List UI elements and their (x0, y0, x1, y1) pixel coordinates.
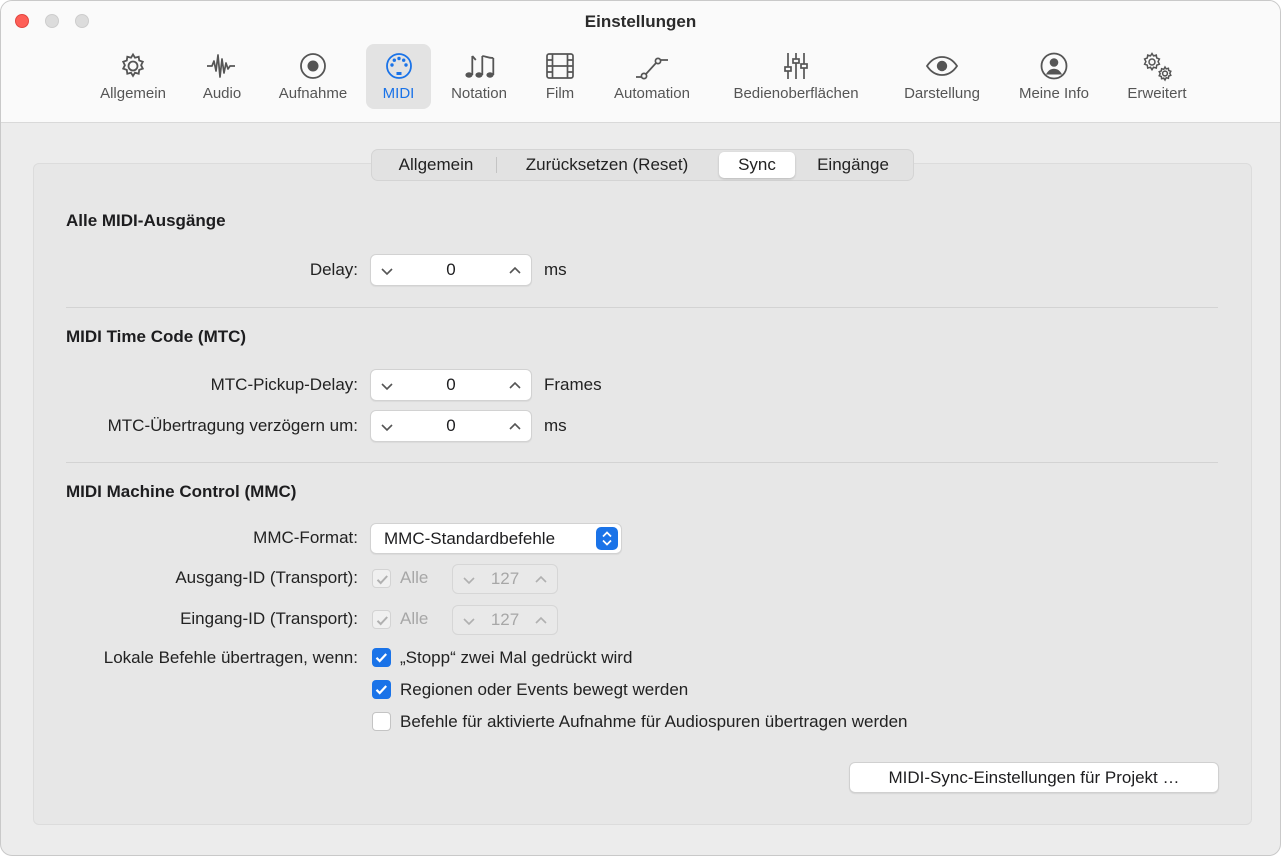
chevron-down-icon[interactable] (461, 613, 477, 629)
section-title-mmc: MIDI Machine Control (MMC) (66, 482, 297, 501)
tab-zuruecksetzen[interactable]: Zurücksetzen (Reset) (502, 152, 712, 178)
gear-icon (116, 50, 150, 82)
mtc-transmit-delay-stepper[interactable]: 0 (370, 410, 532, 442)
midi-sync-project-settings-button[interactable]: MIDI-Sync-Einstellungen für Projekt … (849, 762, 1219, 793)
delay-unit: ms (544, 260, 567, 279)
chevron-up-icon[interactable] (507, 263, 523, 279)
toolbar-item-label: Bedienoberflächen (733, 85, 859, 102)
chevron-up-icon[interactable] (533, 572, 549, 588)
input-id-all-label: Alle (400, 609, 429, 628)
chevron-up-icon[interactable] (533, 613, 549, 629)
settings-tab-bar: Allgemein Zurücksetzen (Reset) Sync Eing… (371, 149, 914, 181)
regions-moved-label: Regionen oder Events bewegt werden (400, 680, 689, 699)
music-notes-icon (462, 50, 496, 82)
record-enable-label: Befehle für aktivierte Aufnahme für Audi… (400, 712, 908, 731)
toolbar-item-meine-info[interactable]: Meine Info (1008, 44, 1100, 109)
chevron-up-icon[interactable] (507, 378, 523, 394)
regions-moved-checkbox[interactable] (372, 680, 391, 699)
delay-stepper[interactable]: 0 (370, 254, 532, 286)
mtc-pickup-delay-unit: Frames (544, 375, 602, 394)
output-id-label: Ausgang-ID (Transport): (175, 568, 358, 587)
input-id-all-checkbox[interactable] (372, 610, 391, 629)
mtc-transmit-delay-value[interactable]: 0 (401, 416, 501, 436)
input-id-value[interactable]: 127 (483, 610, 527, 630)
toolbar-item-label: Allgemein (100, 85, 166, 102)
mmc-format-popup[interactable]: MMC-Standardbefehle (370, 523, 622, 554)
record-icon (296, 50, 330, 82)
output-id-all-checkbox[interactable] (372, 569, 391, 588)
waveform-icon (205, 50, 239, 82)
toolbar-item-label: Meine Info (1018, 85, 1090, 102)
delay-label: Delay: (309, 260, 358, 279)
toolbar-item-darstellung[interactable]: Darstellung (891, 44, 993, 109)
faders-icon (779, 50, 813, 82)
mtc-pickup-delay-stepper[interactable]: 0 (370, 369, 532, 401)
mtc-transmit-delay-label: MTC-Übertragung verzögern um: (107, 416, 358, 435)
mtc-transmit-delay-unit: ms (544, 416, 567, 435)
chevron-down-icon[interactable] (461, 572, 477, 588)
toolbar-item-label: Audio (202, 85, 242, 102)
toolbar-item-audio[interactable]: Audio (191, 44, 253, 109)
tab-eingaenge[interactable]: Eingänge (802, 152, 904, 178)
local-commands-label: Lokale Befehle übertragen, wenn: (103, 648, 358, 667)
tab-allgemein[interactable]: Allgemein (380, 152, 492, 178)
record-enable-checkbox[interactable] (372, 712, 391, 731)
toolbar-item-film[interactable]: Film (531, 44, 589, 109)
mmc-format-value: MMC-Standardbefehle (384, 529, 556, 548)
output-id-stepper[interactable]: 127 (452, 564, 558, 594)
toolbar-item-bedienoberflaechen[interactable]: Bedienoberflächen (717, 44, 875, 109)
section-title-midi-outputs: Alle MIDI-Ausgänge (66, 211, 226, 230)
chevron-up-icon[interactable] (507, 419, 523, 435)
toolbar-item-label: Film (545, 85, 575, 102)
tab-separator (496, 157, 497, 173)
gears-icon (1140, 50, 1174, 82)
midi-connector-icon (382, 50, 416, 82)
window-title: Einstellungen (584, 12, 697, 31)
title-bar: Einstellungen Allgemein Audio Aufnahme M… (1, 1, 1280, 123)
popup-arrows-icon (596, 527, 618, 550)
eye-icon (925, 50, 959, 82)
toolbar-item-label: MIDI (382, 85, 415, 102)
stop-twice-checkbox[interactable] (372, 648, 391, 667)
automation-curve-icon (635, 50, 669, 82)
input-id-label: Eingang-ID (Transport): (180, 609, 358, 628)
section-divider (66, 307, 1218, 308)
toolbar-item-notation[interactable]: Notation (441, 44, 517, 109)
toolbar-item-aufnahme[interactable]: Aufnahme (269, 44, 357, 109)
preferences-window: Einstellungen Allgemein Audio Aufnahme M… (0, 0, 1281, 856)
chevron-down-icon[interactable] (379, 419, 395, 435)
input-id-stepper[interactable]: 127 (452, 605, 558, 635)
film-icon (543, 50, 577, 82)
tab-sync[interactable]: Sync (719, 152, 795, 178)
toolbar-item-label: Darstellung (904, 85, 980, 102)
delay-value[interactable]: 0 (401, 260, 501, 280)
toolbar-item-label: Automation (614, 85, 690, 102)
mtc-pickup-delay-label: MTC-Pickup-Delay: (210, 375, 358, 394)
toolbar-item-allgemein[interactable]: Allgemein (89, 44, 177, 109)
chevron-down-icon[interactable] (379, 378, 395, 394)
mmc-format-label: MMC-Format: (253, 528, 358, 547)
toolbar-item-midi[interactable]: MIDI (366, 44, 431, 109)
toolbar-item-label: Notation (451, 85, 507, 102)
output-id-all-label: Alle (400, 568, 429, 587)
toolbar-item-erweitert[interactable]: Erweitert (1115, 44, 1199, 109)
section-divider (66, 462, 1218, 463)
toolbar-item-label: Erweitert (1127, 85, 1187, 102)
toolbar-item-label: Aufnahme (278, 85, 348, 102)
output-id-value[interactable]: 127 (483, 569, 527, 589)
mtc-pickup-delay-value[interactable]: 0 (401, 375, 501, 395)
stop-twice-label: „Stopp“ zwei Mal gedrückt wird (400, 648, 633, 667)
person-icon (1037, 50, 1071, 82)
section-title-mtc: MIDI Time Code (MTC) (66, 327, 247, 346)
toolbar-item-automation[interactable]: Automation (602, 44, 702, 109)
chevron-down-icon[interactable] (379, 263, 395, 279)
